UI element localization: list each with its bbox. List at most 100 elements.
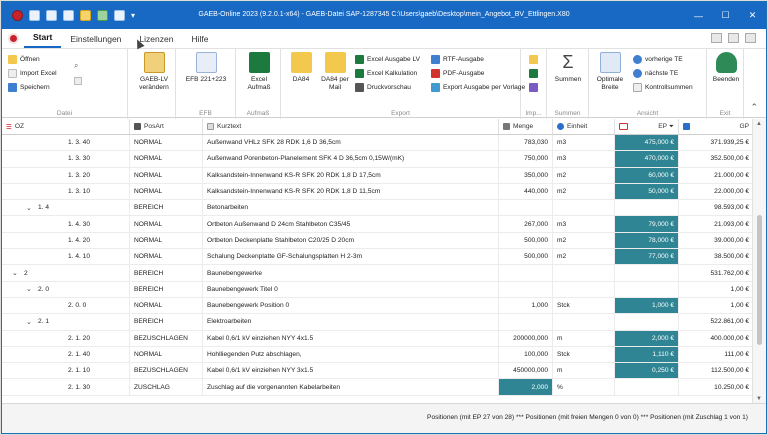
export-icon[interactable] [97, 10, 108, 21]
print-preview-button[interactable]: Druckvorschau [355, 81, 420, 93]
import-other-icon[interactable] [529, 83, 538, 92]
ep-cell[interactable]: 78,000 € [615, 232, 679, 249]
posart-cell[interactable]: BEZUSCHLAGEN [130, 363, 203, 379]
menge-cell[interactable]: 440,000 [499, 183, 553, 200]
menge-cell[interactable]: 2,000 [499, 379, 553, 395]
menge-cell[interactable] [499, 314, 553, 330]
einheit-cell[interactable]: m2 [553, 183, 615, 200]
open-button[interactable]: Öffnen [8, 53, 57, 65]
einheit-cell[interactable] [553, 281, 615, 297]
posart-cell[interactable]: NORMAL [130, 346, 203, 363]
import-folder-icon[interactable] [529, 55, 538, 64]
table-row[interactable]: ⌄ 2. 0 BEREICH Baunebengewerk Titel 0 1,00 € [2, 281, 754, 298]
ep-cell[interactable] [615, 281, 679, 297]
ep-cell[interactable] [615, 314, 679, 330]
oz-cell[interactable]: ⌄ 1. 4 [2, 200, 130, 216]
kurztext-cell[interactable]: Außenwand VHLz SFK 28 RDK 1,6 D 36,5cm [203, 135, 499, 151]
optimal-width-button[interactable]: Optimale Breite [591, 52, 629, 92]
table-row[interactable]: ⌄ 2 BEREICH Baunebengewerke 531.762,00 € [2, 265, 754, 282]
scroll-up-icon[interactable]: ▲ [756, 121, 762, 127]
oz-cell[interactable]: 2. 1. 30 [2, 379, 130, 395]
kurztext-cell[interactable]: Schalung Deckenplatte GF-Schalungsplatte… [203, 249, 499, 265]
einheit-cell[interactable]: m2 [553, 232, 615, 249]
tab-einstellungen[interactable]: Einstellungen [61, 31, 130, 48]
scroll-down-icon[interactable]: ▼ [756, 396, 762, 402]
menge-cell[interactable]: 783,030 [499, 135, 553, 151]
kurztext-cell[interactable]: Kabel 0,6/1 kV einziehen NYY 4x1.5 [203, 330, 499, 346]
ep-cell[interactable] [615, 379, 679, 395]
vertical-scrollbar[interactable]: ▲ ▼ [752, 119, 766, 404]
einheit-cell[interactable]: % [553, 379, 615, 395]
oz-cell[interactable]: 2. 1. 10 [2, 363, 130, 379]
tab-start[interactable]: Start [24, 29, 62, 48]
oz-cell[interactable]: 1. 3. 20 [2, 167, 130, 183]
col-gp[interactable]: GP [679, 119, 754, 134]
oz-cell[interactable]: 1. 4. 10 [2, 249, 130, 265]
menge-cell[interactable] [499, 281, 553, 297]
paste-icon[interactable] [63, 10, 74, 21]
collapse-chevron-icon[interactable]: ⌄ [26, 285, 34, 293]
einheit-cell[interactable]: m2 [553, 167, 615, 183]
ep-cell[interactable]: 1,000 € [615, 297, 679, 314]
kurztext-cell[interactable]: Betonarbeiten [203, 200, 499, 216]
einheit-cell[interactable] [553, 265, 615, 281]
oz-cell[interactable]: 1. 3. 30 [2, 151, 130, 167]
posart-cell[interactable]: NORMAL [130, 183, 203, 200]
filter-icon[interactable]: ⏷ [669, 123, 674, 130]
gp-cell[interactable]: 1,00 € [679, 281, 754, 297]
search-icon[interactable]: ⌕ [74, 61, 78, 71]
menge-cell[interactable] [499, 200, 553, 216]
menge-cell[interactable]: 200000,000 [499, 330, 553, 346]
kurztext-cell[interactable]: Hohlliegenden Putz abschlagen, [203, 346, 499, 363]
table-row[interactable]: 1. 4. 20 NORMAL Ortbeton Deckenplatte Stah… [2, 232, 754, 250]
oz-cell[interactable]: 1. 3. 10 [2, 183, 130, 200]
menge-cell[interactable]: 500,000 [499, 232, 553, 249]
ep-cell[interactable]: 470,000 € [615, 151, 679, 167]
collapse-chevron-icon[interactable]: ⌄ [26, 204, 34, 212]
gp-cell[interactable]: 22.000,00 € [679, 183, 754, 200]
posart-cell[interactable]: NORMAL [130, 232, 203, 249]
einheit-cell[interactable]: m3 [553, 151, 615, 167]
menge-cell[interactable]: 750,000 [499, 151, 553, 167]
ep-cell[interactable]: 79,000 € [615, 216, 679, 232]
excel-kalk-button[interactable]: Excel Kalkulation [355, 67, 420, 79]
import-excel-button[interactable]: Import Excel [8, 67, 57, 79]
ep-cell[interactable]: 475,000 € [615, 135, 679, 151]
einheit-cell[interactable]: m3 [553, 135, 615, 151]
table-row[interactable]: 2. 1. 10 BEZUSCHLAGEN Kabel 0,6/1 kV einzi… [2, 363, 754, 380]
table-row[interactable]: ⌄ 2. 1 BEREICH Elektroarbeiten 522.861,00 € [2, 314, 754, 331]
einheit-cell[interactable] [553, 314, 615, 330]
properties-icon[interactable] [74, 77, 82, 85]
efb-button[interactable]: EFB 221+223 [180, 52, 232, 84]
collapse-chevron-icon[interactable]: ⌄ [12, 269, 20, 277]
oz-cell[interactable]: 1. 4. 30 [2, 216, 130, 232]
table-row[interactable]: 2. 1. 20 BEZUSCHLAGEN Kabel 0,6/1 kV einzi… [2, 330, 754, 347]
kurztext-cell[interactable]: Ortbeton Außenwand D 24cm Stahlbeton C35… [203, 216, 499, 232]
posart-cell[interactable]: NORMAL [130, 249, 203, 265]
einheit-cell[interactable]: m2 [553, 249, 615, 265]
table-row[interactable]: 1. 3. 20 NORMAL Kalksandstein-Innenwand KS… [2, 167, 754, 184]
gp-cell[interactable]: 39.000,00 € [679, 232, 754, 249]
gp-cell[interactable]: 531.762,00 € [679, 265, 754, 281]
collapse-ribbon-icon[interactable]: ⌃ [750, 102, 758, 113]
ep-cell[interactable]: 77,000 € [615, 249, 679, 265]
app-menu-icon[interactable] [2, 29, 24, 48]
table-row[interactable]: ⌄ 1. 4 BEREICH Betonarbeiten 98.593,00 € [2, 200, 754, 217]
posart-cell[interactable]: NORMAL [130, 297, 203, 314]
table-row[interactable]: 2. 1. 40 NORMAL Hohlliegenden Putz abschla… [2, 346, 754, 364]
gp-cell[interactable]: 38.500,00 € [679, 249, 754, 265]
table-row[interactable]: 1. 3. 10 NORMAL Kalksandstein-Innenwand KS… [2, 183, 754, 201]
gp-cell[interactable]: 352.500,00 € [679, 151, 754, 167]
gp-cell[interactable]: 98.593,00 € [679, 200, 754, 216]
kurztext-cell[interactable]: Baunebengewerk Titel 0 [203, 281, 499, 297]
kurztext-cell[interactable]: Kabel 0,6/1 kV einziehen NYY 3x1.5 [203, 363, 499, 379]
kurztext-cell[interactable]: Elektroarbeiten [203, 314, 499, 330]
einheit-cell[interactable]: m [553, 363, 615, 379]
table-row[interactable]: 1. 4. 10 NORMAL Schalung Deckenplatte GF-S… [2, 249, 754, 266]
posart-cell[interactable]: BEREICH [130, 314, 203, 330]
posart-cell[interactable]: NORMAL [130, 151, 203, 167]
layout-icon[interactable] [711, 33, 722, 43]
ep-cell[interactable]: 0,250 € [615, 363, 679, 379]
excel-lv-button[interactable]: Excel Ausgabe LV [355, 53, 420, 65]
kurztext-cell[interactable]: Kalksandstein-Innenwand KS-R SFK 20 RDK … [203, 183, 499, 200]
